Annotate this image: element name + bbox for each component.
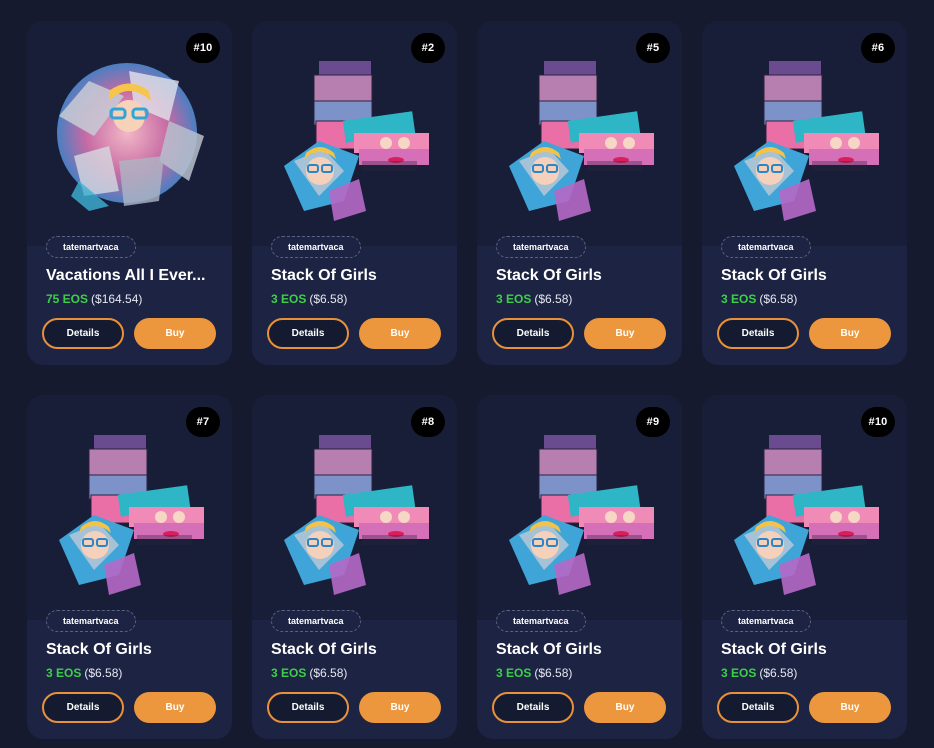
price-usd: ($6.58) <box>534 666 573 680</box>
nft-artwork-image <box>724 435 884 600</box>
nft-title[interactable]: Stack Of Girls <box>496 641 668 659</box>
details-button[interactable]: Details <box>42 318 124 349</box>
price: 3 EOS ($6.58) <box>496 666 572 680</box>
nft-media[interactable]: #10 <box>702 395 907 620</box>
price-eos: 3 EOS <box>46 666 82 680</box>
nft-artwork-image <box>499 435 659 600</box>
nft-card[interactable]: #10 tatemartvaca Vacations All I Ever...… <box>27 21 232 365</box>
nft-media[interactable]: #9 <box>477 395 682 620</box>
price: 3 EOS ($6.58) <box>271 292 347 306</box>
details-button[interactable]: Details <box>267 318 349 349</box>
edition-badge: #7 <box>186 407 220 437</box>
nft-card[interactable]: #8 tatemartvaca Stack Of Girls 3 EOS ($6.… <box>252 395 457 739</box>
nft-title[interactable]: Stack Of Girls <box>271 267 443 285</box>
nft-media[interactable]: #7 <box>27 395 232 620</box>
nft-title[interactable]: Stack Of Girls <box>721 267 893 285</box>
nft-media[interactable]: #10 <box>27 21 232 246</box>
price-eos: 3 EOS <box>496 292 532 306</box>
price-usd: ($6.58) <box>534 292 573 306</box>
nft-media[interactable]: #5 <box>477 21 682 246</box>
nft-card[interactable]: #6 tatemartvaca Stack Of Girls 3 EOS ($6.… <box>702 21 907 365</box>
price-usd: ($164.54) <box>91 292 143 306</box>
nft-artwork-image <box>499 61 659 226</box>
price: 3 EOS ($6.58) <box>271 666 347 680</box>
creator-tag[interactable]: tatemartvaca <box>721 610 811 632</box>
details-button[interactable]: Details <box>42 692 124 723</box>
nft-title[interactable]: Stack Of Girls <box>271 641 443 659</box>
details-button[interactable]: Details <box>267 692 349 723</box>
nft-artwork-image <box>274 435 434 600</box>
edition-badge: #8 <box>411 407 445 437</box>
edition-badge: #10 <box>861 407 895 437</box>
buy-button[interactable]: Buy <box>809 318 891 349</box>
price-eos: 3 EOS <box>271 666 307 680</box>
nft-title[interactable]: Stack Of Girls <box>496 267 668 285</box>
price: 3 EOS ($6.58) <box>496 292 572 306</box>
price: 3 EOS ($6.58) <box>46 666 122 680</box>
creator-tag[interactable]: tatemartvaca <box>496 610 586 632</box>
price-usd: ($6.58) <box>84 666 123 680</box>
buy-button[interactable]: Buy <box>359 318 441 349</box>
creator-tag[interactable]: tatemartvaca <box>46 610 136 632</box>
edition-badge: #9 <box>636 407 670 437</box>
edition-badge: #5 <box>636 33 670 63</box>
edition-badge: #2 <box>411 33 445 63</box>
nft-media[interactable]: #8 <box>252 395 457 620</box>
price: 3 EOS ($6.58) <box>721 292 797 306</box>
price-usd: ($6.58) <box>759 666 798 680</box>
price-eos: 3 EOS <box>721 666 757 680</box>
nft-card[interactable]: #9 tatemartvaca Stack Of Girls 3 EOS ($6.… <box>477 395 682 739</box>
price-usd: ($6.58) <box>309 666 348 680</box>
nft-artwork-image <box>724 61 884 226</box>
details-button[interactable]: Details <box>717 318 799 349</box>
details-button[interactable]: Details <box>492 318 574 349</box>
details-button[interactable]: Details <box>717 692 799 723</box>
edition-badge: #6 <box>861 33 895 63</box>
nft-artwork-image <box>274 61 434 226</box>
nft-artwork-image <box>49 61 209 226</box>
price-eos: 75 EOS <box>46 292 89 306</box>
creator-tag[interactable]: tatemartvaca <box>271 236 361 258</box>
nft-title[interactable]: Vacations All I Ever... <box>46 267 218 285</box>
nft-title[interactable]: Stack Of Girls <box>721 641 893 659</box>
details-button[interactable]: Details <box>492 692 574 723</box>
nft-artwork-image <box>49 435 209 600</box>
creator-tag[interactable]: tatemartvaca <box>46 236 136 258</box>
creator-tag[interactable]: tatemartvaca <box>721 236 811 258</box>
price-eos: 3 EOS <box>721 292 757 306</box>
nft-card[interactable]: #7 tatemartvaca Stack Of Girls 3 EOS ($6.… <box>27 395 232 739</box>
price-usd: ($6.58) <box>759 292 798 306</box>
buy-button[interactable]: Buy <box>584 318 666 349</box>
creator-tag[interactable]: tatemartvaca <box>271 610 361 632</box>
nft-card[interactable]: #2 tatemartvaca Stack Of Girls 3 EOS ($6.… <box>252 21 457 365</box>
creator-tag[interactable]: tatemartvaca <box>496 236 586 258</box>
buy-button[interactable]: Buy <box>134 318 216 349</box>
nft-media[interactable]: #2 <box>252 21 457 246</box>
buy-button[interactable]: Buy <box>809 692 891 723</box>
nft-title[interactable]: Stack Of Girls <box>46 641 218 659</box>
price: 3 EOS ($6.58) <box>721 666 797 680</box>
buy-button[interactable]: Buy <box>134 692 216 723</box>
nft-card[interactable]: #5 tatemartvaca Stack Of Girls 3 EOS ($6.… <box>477 21 682 365</box>
buy-button[interactable]: Buy <box>584 692 666 723</box>
nft-media[interactable]: #6 <box>702 21 907 246</box>
edition-badge: #10 <box>186 33 220 63</box>
price-usd: ($6.58) <box>309 292 348 306</box>
price: 75 EOS ($164.54) <box>46 292 142 306</box>
nft-card[interactable]: #10 tatemartvaca Stack Of Girls 3 EOS ($6… <box>702 395 907 739</box>
buy-button[interactable]: Buy <box>359 692 441 723</box>
price-eos: 3 EOS <box>271 292 307 306</box>
price-eos: 3 EOS <box>496 666 532 680</box>
